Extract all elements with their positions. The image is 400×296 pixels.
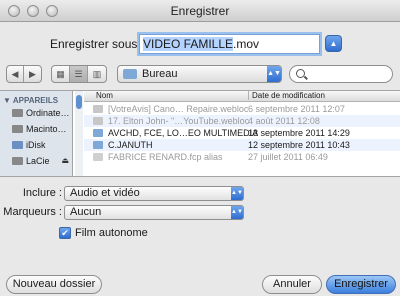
- save-as-label: Enregistrer sous :: [50, 37, 145, 51]
- file-name: FABRICE RENARD.fcp alias: [108, 152, 223, 162]
- file-row[interactable]: [VotreAvis] Cano… Repaire.webloc 6 septe…: [84, 103, 400, 115]
- include-popup[interactable]: Audio et vidéo ▲▼: [64, 186, 244, 201]
- chevron-up-icon: ▲: [329, 39, 338, 48]
- external-drive-icon: [12, 157, 23, 165]
- file-row[interactable]: AVCHD, FCE, LO…EO MULTIMEDIA 13 septembr…: [84, 127, 400, 139]
- file-date: 27 juillet 2011 06:49: [248, 152, 328, 162]
- search-field[interactable]: [289, 65, 393, 83]
- list-view-button[interactable]: ☰: [70, 66, 88, 82]
- include-label: Inclure :: [22, 187, 62, 199]
- folder-icon: [93, 141, 103, 149]
- sidebar-section-devices[interactable]: ▼ APPAREILS: [3, 96, 58, 105]
- file-date: 6 septembre 2011 12:07: [248, 104, 345, 114]
- idisk-icon: [12, 141, 23, 149]
- include-value: Audio et vidéo: [70, 187, 140, 199]
- file-row[interactable]: FABRICE RENARD.fcp alias 27 juillet 2011…: [84, 151, 400, 163]
- window-title: Enregistrer: [170, 4, 230, 18]
- markers-label: Marqueurs :: [3, 206, 62, 218]
- location-popup[interactable]: Bureau ▲▼: [117, 65, 282, 83]
- back-button[interactable]: ◀: [7, 66, 24, 82]
- popup-arrows-icon: ▲▼: [267, 66, 281, 82]
- scrollbar-thumb[interactable]: [76, 95, 82, 109]
- forward-button[interactable]: ▶: [24, 66, 41, 82]
- column-header-date[interactable]: Date de modification: [248, 91, 325, 100]
- sidebar-item-idisk[interactable]: iDisk: [12, 140, 72, 154]
- markers-value: Aucun: [70, 206, 102, 218]
- file-browser: ▼ APPAREILS Ordinate… Macinto… iDisk LaC…: [0, 90, 400, 177]
- file-name: 17. Elton John- "…YouTube.webloc: [108, 116, 250, 126]
- cancel-button[interactable]: Annuler: [262, 275, 322, 294]
- location-label: Bureau: [142, 68, 178, 80]
- view-mode-control: ▦ ☰ ▥: [51, 65, 107, 83]
- filename-input[interactable]: VIDEO FAMILLE.mov: [139, 34, 320, 54]
- save-as-row: Enregistrer sous : VIDEO FAMILLE.mov ▲: [0, 34, 400, 54]
- file-list: Nom Date de modification [VotreAvis] Can…: [84, 91, 400, 176]
- file-row[interactable]: 17. Elton John- "…YouTube.webloc 4 août …: [84, 115, 400, 127]
- file-list-header: Nom Date de modification: [84, 91, 400, 102]
- self-contained-label: Film autonome: [75, 227, 148, 239]
- folder-icon: [123, 69, 137, 79]
- save-button[interactable]: Enregistrer: [326, 275, 396, 294]
- file-row[interactable]: C.JANUTH 12 septembre 2011 10:43: [84, 139, 400, 151]
- file-date: 4 août 2011 12:08: [248, 116, 320, 126]
- column-view-button[interactable]: ▥: [88, 66, 106, 82]
- file-name: AVCHD, FCE, LO…EO MULTIMEDIA: [108, 128, 259, 138]
- folder-icon: [93, 129, 103, 137]
- file-name: [VotreAvis] Cano… Repaire.webloc: [108, 104, 249, 114]
- sidebar-item-lacie[interactable]: LaCie ⏏: [12, 156, 72, 170]
- webloc-icon: [93, 117, 103, 125]
- alias-icon: [93, 153, 103, 161]
- filename-selected-text: VIDEO FAMILLE: [143, 37, 234, 51]
- checkmark-icon: ✔: [61, 228, 69, 238]
- popup-arrows-icon: ▲▼: [231, 206, 243, 219]
- sidebar-item-label: Ordinate…: [26, 108, 70, 118]
- sidebar-scrollbar[interactable]: [75, 91, 83, 176]
- filename-extension: .mov: [233, 37, 260, 51]
- self-contained-checkbox[interactable]: ✔: [59, 227, 71, 239]
- sidebar-item-label: LaCie: [26, 156, 50, 166]
- back-arrow-icon: ◀: [11, 69, 19, 79]
- webloc-icon: [93, 105, 103, 113]
- popup-arrows-icon: ▲▼: [231, 187, 243, 200]
- file-name: C.JANUTH: [108, 140, 153, 150]
- file-date: 13 septembre 2011 14:29: [248, 128, 350, 138]
- sidebar-item-label: iDisk: [26, 140, 46, 150]
- sidebar-item-label: Macinto…: [26, 124, 67, 134]
- hard-drive-icon: [12, 125, 23, 133]
- eject-icon[interactable]: ⏏: [61, 156, 69, 165]
- history-nav-control: ◀ ▶: [6, 65, 42, 83]
- computer-icon: [12, 109, 23, 117]
- sidebar-item-computer[interactable]: Ordinate…: [12, 108, 72, 122]
- sidebar-item-macintosh-hd[interactable]: Macinto…: [12, 124, 72, 138]
- markers-popup[interactable]: Aucun ▲▼: [64, 205, 244, 220]
- dialog-buttons: Nouveau dossier Annuler Enregistrer: [0, 275, 400, 296]
- icon-view-button[interactable]: ▦: [52, 66, 70, 82]
- list-view-icon: ☰: [74, 69, 83, 79]
- search-icon: [296, 69, 305, 78]
- new-folder-button[interactable]: Nouveau dossier: [6, 275, 102, 294]
- file-date: 12 septembre 2011 10:43: [248, 140, 350, 150]
- collapse-browser-button[interactable]: ▲: [325, 35, 342, 52]
- title-bar: Enregistrer: [0, 0, 400, 22]
- column-view-icon: ▥: [92, 69, 102, 79]
- navigation-toolbar: ◀ ▶ ▦ ☰ ▥ Bureau ▲▼: [0, 64, 400, 84]
- forward-arrow-icon: ▶: [29, 69, 36, 79]
- sidebar: ▼ APPAREILS Ordinate… Macinto… iDisk LaC…: [0, 91, 73, 176]
- column-header-name[interactable]: Nom: [96, 91, 113, 100]
- icon-view-icon: ▦: [56, 69, 65, 79]
